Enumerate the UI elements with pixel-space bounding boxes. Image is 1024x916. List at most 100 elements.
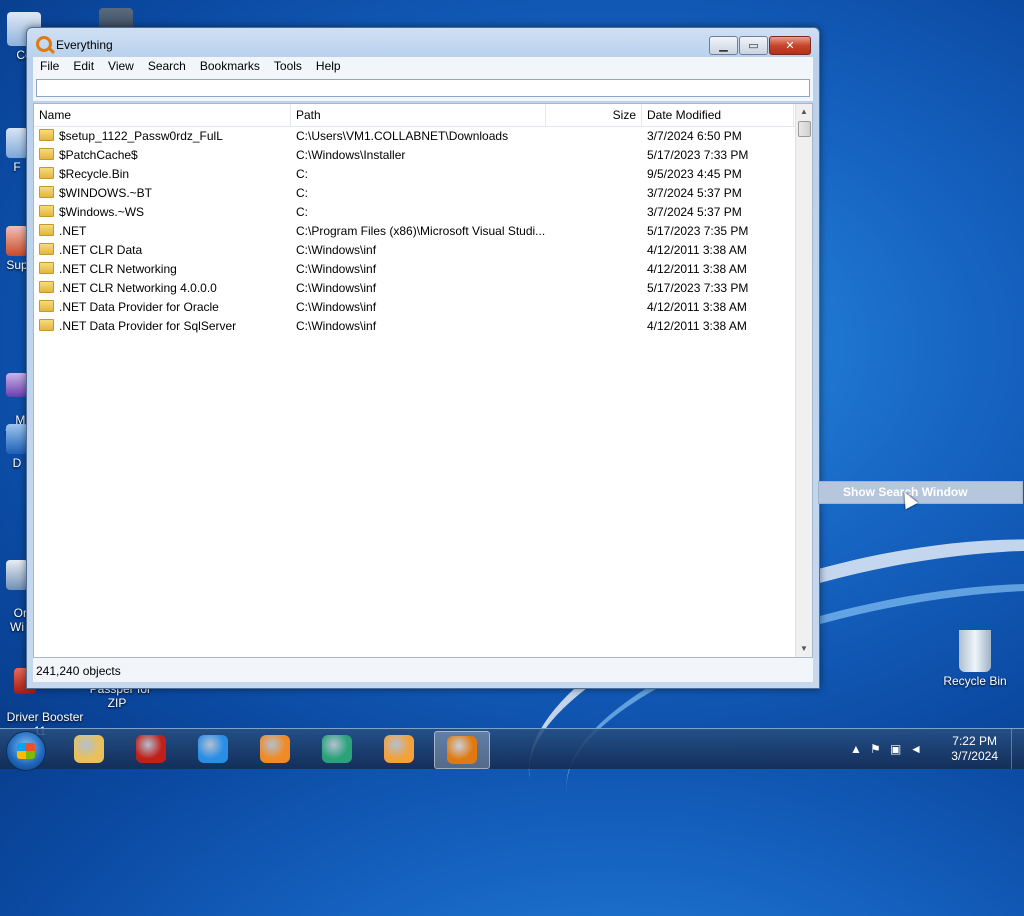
desktop-icon-label: D	[12, 456, 22, 470]
folder-icon	[39, 300, 54, 312]
show-hidden-icons-icon[interactable]: ▲	[850, 742, 862, 756]
taskbar-button[interactable]	[186, 731, 240, 767]
scrollbar-thumb[interactable]	[798, 121, 811, 137]
cell-name: .NET	[39, 222, 289, 241]
folder-icon	[39, 281, 54, 293]
recycle-bin-icon	[959, 630, 991, 672]
table-row[interactable]: $setup_1122_Passw0rdz_FulL C:\Users\VM1.C…	[34, 127, 796, 146]
menu-bookmarks[interactable]: Bookmarks	[193, 57, 267, 77]
column-header-date-modified[interactable]: Date Modified	[642, 104, 794, 126]
internet-explorer-icon	[198, 735, 228, 763]
folder-icon	[39, 205, 54, 217]
taskbar-button[interactable]	[248, 731, 302, 767]
cell-date-modified: 9/5/2023 4:45 PM	[647, 167, 742, 181]
file-name: .NET CLR Networking 4.0.0.0	[59, 281, 217, 295]
desktop-icon-label: F	[13, 160, 21, 174]
file-name: .NET Data Provider for Oracle	[59, 300, 219, 314]
cell-path: C:\Windows\inf	[296, 281, 377, 295]
volume-muted-icon[interactable]: ◄	[910, 742, 922, 756]
table-row[interactable]: $Recycle.Bin C: 9/5/2023 4:45 PM	[34, 165, 796, 184]
table-row[interactable]: $WINDOWS.~BT C: 3/7/2024 5:37 PM	[34, 184, 796, 203]
menu-view[interactable]: View	[101, 57, 141, 77]
window-title: Everything	[56, 38, 113, 52]
shortcut-icon	[6, 226, 28, 256]
cell-path: C:\Windows\inf	[296, 319, 377, 333]
file-name: $setup_1122_Passw0rdz_FulL	[59, 129, 223, 143]
column-header-size[interactable]: Size	[546, 104, 642, 126]
table-row[interactable]: $Windows.~WS C: 3/7/2024 5:37 PM	[34, 203, 796, 222]
maximize-button[interactable]: ▭	[739, 36, 768, 55]
search-input[interactable]	[36, 79, 810, 97]
cell-name: .NET CLR Networking 4.0.0.0	[39, 279, 289, 298]
show-desktop-button[interactable]	[1011, 729, 1024, 769]
scroll-down-arrow-icon[interactable]: ▼	[796, 641, 812, 657]
cell-date-modified: 4/12/2011 3:38 AM	[647, 300, 747, 314]
cell-path: C:\Windows\inf	[296, 300, 377, 314]
clock[interactable]: 7:22 PM 3/7/2024	[951, 734, 998, 764]
scroll-up-arrow-icon[interactable]: ▲	[796, 104, 812, 120]
cell-path: C:	[296, 167, 308, 181]
cell-date-modified: 4/12/2011 3:38 AM	[647, 243, 747, 257]
cell-name: .NET Data Provider for Oracle	[39, 298, 289, 317]
clock-time: 7:22 PM	[952, 734, 997, 748]
clock-date: 3/7/2024	[951, 749, 998, 763]
table-row[interactable]: .NET Data Provider for Oracle C:\Windows\…	[34, 298, 796, 317]
title-bar[interactable]: Everything ▁ ▭ ✕	[27, 28, 819, 58]
results-list[interactable]: Name Path Size Date Modified $setup_1122…	[33, 103, 813, 658]
cell-path: C:\Windows\inf	[296, 243, 377, 257]
windows-logo-icon	[17, 743, 35, 759]
everything-window[interactable]: Everything ▁ ▭ ✕ File Edit View Search B…	[26, 27, 820, 689]
file-name: .NET Data Provider for SqlServer	[59, 319, 237, 333]
taskbar-button[interactable]	[310, 731, 364, 767]
cell-name: $Recycle.Bin	[39, 165, 289, 184]
cell-name: $WINDOWS.~BT	[39, 184, 289, 203]
desktop-icon-label: Sup	[6, 258, 28, 272]
menu-file[interactable]: File	[33, 57, 66, 77]
table-row[interactable]: $PatchCache$ C:\Windows\Installer 5/17/202…	[34, 146, 796, 165]
cell-name: .NET CLR Data	[39, 241, 289, 260]
file-name: .NET	[59, 224, 87, 238]
table-row[interactable]: .NET CLR Networking 4.0.0.0 C:\Windows\in…	[34, 279, 796, 298]
table-row[interactable]: .NET CLR Networking C:\Windows\inf 4/12/20…	[34, 260, 796, 279]
menu-search[interactable]: Search	[141, 57, 193, 77]
cell-name: .NET CLR Networking	[39, 260, 289, 279]
menu-help[interactable]: Help	[309, 57, 348, 77]
table-row[interactable]: .NET C:\Program Files (x86)\Microsoft Vis…	[34, 222, 796, 241]
file-name: $Windows.~WS	[59, 205, 145, 219]
table-row[interactable]: .NET CLR Data C:\Windows\inf 4/12/2011 3:3…	[34, 241, 796, 260]
file-name: .NET CLR Networking	[59, 262, 177, 276]
vertical-scrollbar[interactable]: ▲ ▼	[795, 104, 812, 657]
network-icon[interactable]: ▣	[890, 742, 901, 756]
cell-path: C:	[296, 186, 308, 200]
maximize-icon: ▭	[748, 40, 759, 52]
taskbar-button[interactable]	[434, 731, 490, 769]
column-header-name[interactable]: Name	[34, 104, 291, 126]
desktop-icon-label: Or Wi	[10, 606, 27, 634]
action-center-flag-icon[interactable]: ⚑	[870, 742, 881, 756]
taskbar-button[interactable]	[62, 731, 116, 767]
close-button[interactable]: ✕	[769, 36, 811, 55]
file-explorer-icon	[74, 735, 104, 763]
menu-tools[interactable]: Tools	[267, 57, 309, 77]
table-row[interactable]: .NET Data Provider for SqlServer C:\Windo…	[34, 317, 796, 336]
cell-path: C:\Windows\Installer	[296, 148, 406, 162]
menu-edit[interactable]: Edit	[66, 57, 101, 77]
shortcut-icon	[6, 128, 28, 158]
file-name: .NET CLR Data	[59, 243, 143, 257]
start-button[interactable]	[6, 731, 46, 771]
close-icon: ✕	[785, 40, 795, 52]
cell-path: C:\Windows\inf	[296, 262, 377, 276]
desktop-icon-recycle-bin[interactable]: Recycle Bin	[940, 630, 1010, 688]
minimize-button[interactable]: ▁	[709, 36, 738, 55]
taskbar-button[interactable]	[372, 731, 426, 767]
cell-name: $PatchCache$	[39, 146, 289, 165]
magnifier-icon	[36, 36, 52, 52]
folder-icon	[39, 224, 54, 236]
cell-date-modified: 5/17/2023 7:33 PM	[647, 148, 749, 162]
folder-icon	[39, 262, 54, 274]
results-rows: $setup_1122_Passw0rdz_FulL C:\Users\VM1.C…	[34, 127, 796, 336]
column-header-path[interactable]: Path	[291, 104, 546, 126]
cell-path: C:\Program Files (x86)\Microsoft Visual …	[296, 224, 546, 238]
taskbar-button[interactable]	[124, 731, 178, 767]
tray-context-menu: Show Search Window	[818, 481, 1023, 504]
